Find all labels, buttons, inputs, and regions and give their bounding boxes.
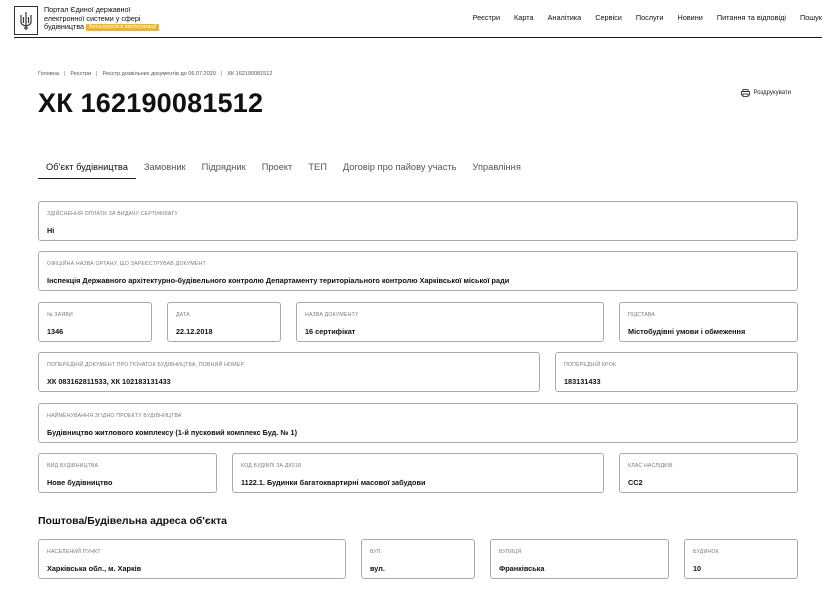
authority-field: Офіційна назва органу, що зареєстрував д… <box>38 251 798 291</box>
date-field: Дата 22.12.2018 <box>167 302 281 342</box>
breadcrumb-separator: | <box>96 71 98 77</box>
page-title: ХК 162190081512 <box>38 88 264 118</box>
nav-map[interactable]: Карта <box>514 13 534 22</box>
tab-share-agreement[interactable]: Договір про пайову участь <box>343 162 457 179</box>
tab-project[interactable]: Проект <box>262 162 293 179</box>
authority-label: Офіційна назва органу, що зареєстрував д… <box>47 261 206 267</box>
document-name-field: Назва документу 16 сертифікат <box>296 302 604 342</box>
breadcrumb: Головна | Реєстри | Реєстр дозвільних до… <box>38 71 272 77</box>
construction-type-label: Вид будівництва <box>47 463 99 469</box>
previous-document-value: ХК 083162811533, ХК 102183131433 <box>47 377 171 386</box>
building-code-label: Код будівлі за ДК018 <box>241 463 302 469</box>
nav-analytics[interactable]: Аналітика <box>548 13 582 22</box>
portal-name-line3: будівництва <box>44 22 85 32</box>
building-number-value: 10 <box>693 564 702 573</box>
street-field: Вулиця Франківська <box>490 539 669 579</box>
payment-value: Ні <box>47 226 55 235</box>
document-name-value: 16 сертифікат <box>305 327 356 336</box>
breadcrumb-registries[interactable]: Реєстри <box>70 71 91 77</box>
basis-label: Підстава <box>628 312 656 318</box>
street-label: Вулиця <box>499 549 522 555</box>
payment-field: Здійснення оплати за видачу сертифікату … <box>38 201 798 241</box>
building-code-field: Код будівлі за ДК018 1122.1. Будинки баг… <box>232 453 604 493</box>
street-value: Франківська <box>499 564 545 573</box>
authority-value: Інспекція Державного архітектурно-будіве… <box>47 276 510 285</box>
previous-step-label: Попередній крок <box>564 362 617 368</box>
tab-tep[interactable]: ТЕП <box>308 162 327 179</box>
nav-public-services[interactable]: Послуги <box>636 13 664 22</box>
building-number-field: Будинок 10 <box>684 539 798 579</box>
nav-search[interactable]: Пошук <box>800 13 822 22</box>
trident-logo-icon[interactable] <box>14 6 38 35</box>
basis-value: Містобудівні умови і обмеження <box>628 327 746 336</box>
breadcrumb-separator: | <box>63 71 66 77</box>
building-code-value: 1122.1. Будинки багатоквартирні масової … <box>241 478 426 487</box>
main-nav: Реєстри Карта Аналітика Сервіси Послуги … <box>473 13 822 22</box>
nav-registries[interactable]: Реєстри <box>473 13 500 22</box>
breadcrumb-home[interactable]: Головна <box>38 71 59 77</box>
building-number-label: Будинок <box>693 549 719 555</box>
beta-badge: Бета-версія в експлуатації <box>86 23 160 31</box>
consequence-class-value: СС2 <box>628 478 643 487</box>
payment-label: Здійснення оплати за видачу сертифікату <box>47 211 179 217</box>
site-header: Портал Єдиної державної електронної сист… <box>14 4 822 38</box>
tab-construction-object[interactable]: Об'єкт будівництва <box>38 162 136 179</box>
locality-label: Населений пункт <box>47 549 101 555</box>
tab-management[interactable]: Управління <box>472 162 520 179</box>
address-section-title: Поштова/Будівельна адреса об'єкта <box>38 515 227 527</box>
street-type-label: Вул. <box>370 549 383 555</box>
locality-value: Харківська обл., м. Харків <box>47 564 142 573</box>
application-number-value: 1346 <box>47 327 64 336</box>
tab-customer[interactable]: Замовник <box>144 162 186 179</box>
document-name-label: Назва документу <box>305 312 359 318</box>
construction-type-value: Нове будівництво <box>47 478 113 487</box>
printer-icon <box>741 89 751 97</box>
print-label: Роздрукувати <box>753 90 791 96</box>
tab-contractor[interactable]: Підрядник <box>202 162 246 179</box>
print-button[interactable]: Роздрукувати <box>741 89 791 97</box>
breadcrumb-current: ХК 162190081512 <box>227 71 273 77</box>
locality-field: Населений пункт Харківська обл., м. Харк… <box>38 539 346 579</box>
breadcrumb-registry[interactable]: Реєстр дозвільних документів до 06.07.20… <box>102 71 215 77</box>
previous-document-label: Попередній документ про початок будівниц… <box>47 362 245 368</box>
portal-name[interactable]: Портал Єдиної державної електронної сист… <box>44 5 184 32</box>
consequence-class-label: Клас наслідків <box>628 463 673 469</box>
previous-step-value: 183131433 <box>564 377 601 386</box>
breadcrumb-separator: | <box>220 71 223 77</box>
application-number-field: № заяви 1346 <box>38 302 152 342</box>
date-value: 22.12.2018 <box>176 327 213 336</box>
nav-services[interactable]: Сервіси <box>595 13 622 22</box>
project-name-label: Найменування згідно проекту будівництва <box>47 413 182 419</box>
street-type-value: вул. <box>370 564 385 573</box>
date-label: Дата <box>176 312 190 318</box>
project-name-field: Найменування згідно проекту будівництва … <box>38 403 798 443</box>
nav-faq[interactable]: Питання та відповіді <box>717 13 786 22</box>
street-type-field: Вул. вул. <box>361 539 475 579</box>
consequence-class-field: Клас наслідків СС2 <box>619 453 798 493</box>
previous-step-field: Попередній крок 183131433 <box>555 352 798 392</box>
project-name-value: Будівництво житлового комплексу (1-й пус… <box>47 428 298 437</box>
previous-document-field: Попередній документ про початок будівниц… <box>38 352 540 392</box>
application-number-label: № заяви <box>47 312 73 318</box>
tab-bar: Об'єкт будівництва Замовник Підрядник Пр… <box>38 162 537 179</box>
basis-field: Підстава Містобудівні умови і обмеження <box>619 302 798 342</box>
construction-type-field: Вид будівництва Нове будівництво <box>38 453 217 493</box>
nav-news[interactable]: Новини <box>677 13 702 22</box>
